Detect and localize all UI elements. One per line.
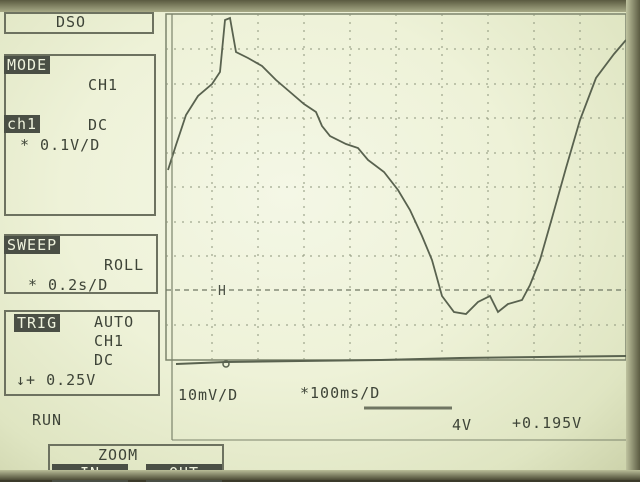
run-status: RUN [32,411,63,429]
ch1-waveform [167,16,627,315]
trig-mode: AUTO [94,313,135,331]
panel-title: DSO [56,13,87,31]
sweep-mode: ROLL [104,256,145,274]
trigger-marker: H [218,284,226,299]
mode-label: MODE [4,56,51,74]
trig-coupling: DC [94,351,115,369]
trig-source: CH1 [94,332,125,350]
trig-label: TRIG [14,314,61,332]
zoom-vertical-scale: 10mV/D [178,386,239,404]
channel-scale: * 0.1V/D [20,136,101,154]
readout-range: 4V [452,416,473,434]
bezel-top [0,0,640,12]
channel-label: ch1 [4,115,41,133]
mode-value: CH1 [88,76,119,94]
mode-box [4,54,156,216]
bezel-bottom [0,470,640,480]
readout-value: +0.195V [512,414,583,432]
sweep-label: SWEEP [4,236,61,254]
zoom-label: ZOOM [98,446,139,464]
channel-coupling: DC [88,116,109,134]
sweep-scale: * 0.2s/D [28,276,109,294]
trig-level: ↓+ 0.25V [16,371,97,389]
bezel-right [626,0,640,480]
zoom-time-scale: *100ms/D [300,384,381,402]
